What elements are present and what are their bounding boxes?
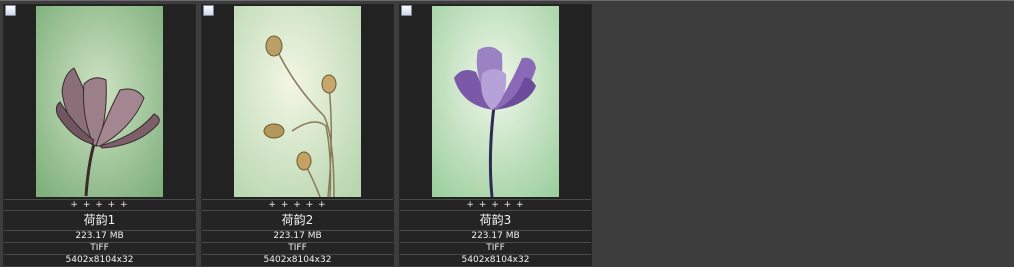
select-checkbox[interactable]	[401, 5, 412, 16]
thumbnail-grid: + + + + + 荷韵1 223.17 MB TIFF 5402x8104x3…	[3, 4, 592, 266]
file-card[interactable]: + + + + + 荷韵3 223.17 MB TIFF 5402x8104x3…	[399, 4, 592, 266]
file-card[interactable]: + + + + + 荷韵2 223.17 MB TIFF 5402x8104x3…	[201, 4, 394, 266]
select-checkbox[interactable]	[203, 5, 214, 16]
rating-stars[interactable]: + + + + +	[4, 199, 195, 210]
thumbnail-graphic	[36, 6, 163, 197]
file-name: 荷韵2	[202, 210, 393, 230]
image-dimensions: 5402x8104x32	[4, 254, 195, 266]
thumbnail-frame[interactable]	[202, 5, 393, 199]
file-format: TIFF	[4, 242, 195, 254]
file-name: 荷韵3	[400, 210, 591, 230]
lotus-flower-image[interactable]	[36, 6, 163, 197]
thumbnail-frame[interactable]	[400, 5, 591, 199]
file-card[interactable]: + + + + + 荷韵1 223.17 MB TIFF 5402x8104x3…	[3, 4, 196, 266]
window-top-border	[0, 0, 1014, 1]
thumbnail-frame[interactable]	[4, 5, 195, 199]
file-name: 荷韵1	[4, 210, 195, 230]
rating-stars[interactable]: + + + + +	[400, 199, 591, 210]
purple-lotus-image[interactable]	[432, 6, 559, 197]
rating-stars[interactable]: + + + + +	[202, 199, 393, 210]
image-dimensions: 5402x8104x32	[202, 254, 393, 266]
file-format: TIFF	[202, 242, 393, 254]
thumbnail-graphic	[234, 6, 361, 197]
thumbnail-graphic	[432, 6, 559, 197]
lotus-seedpods-image[interactable]	[234, 6, 361, 197]
file-size: 223.17 MB	[4, 230, 195, 242]
image-dimensions: 5402x8104x32	[400, 254, 591, 266]
file-format: TIFF	[400, 242, 591, 254]
file-size: 223.17 MB	[400, 230, 591, 242]
file-size: 223.17 MB	[202, 230, 393, 242]
select-checkbox[interactable]	[5, 5, 16, 16]
